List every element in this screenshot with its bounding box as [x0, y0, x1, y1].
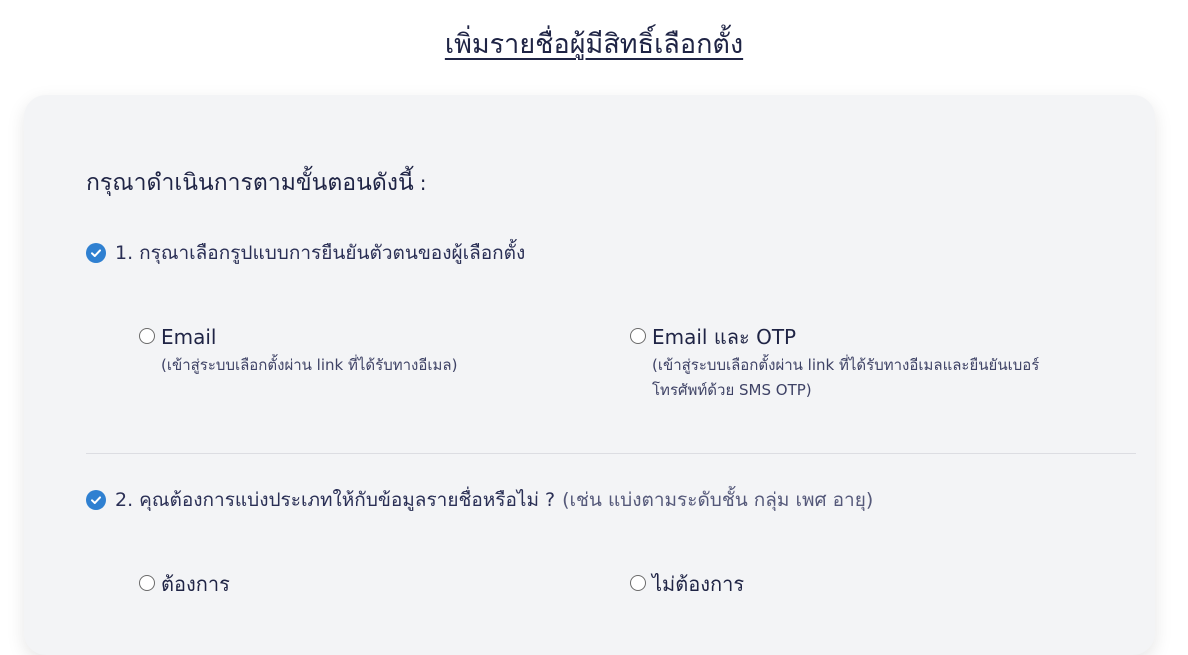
- step-2-hint: (เช่น แบ่งตามระดับชั้น กลุ่ม เพศ อายุ): [562, 489, 874, 511]
- radio-not-want[interactable]: [630, 575, 646, 591]
- page-title: เพิ่มรายชื่อผู้มีสิทธิ์เลือกตั้ง: [444, 29, 744, 60]
- instructions-heading: กรุณาดำเนินการตามขั้นตอนดังนี้:: [86, 165, 426, 201]
- option-email-otp[interactable]: Email และ OTP (เข้าสู่ระบบเลือกตั้งผ่าน …: [630, 325, 1062, 403]
- option-email-label[interactable]: Email: [161, 325, 571, 349]
- check-circle-icon: [86, 490, 106, 510]
- instructions-colon: :: [419, 171, 427, 195]
- option-want[interactable]: ต้องการ: [139, 572, 230, 596]
- step-1-label: 1. กรุณาเลือกรูปแบบการยืนยันตัวตนของผู้เ…: [115, 242, 526, 264]
- option-not-want[interactable]: ไม่ต้องการ: [630, 572, 744, 596]
- option-email-description: (เข้าสู่ระบบเลือกตั้งผ่าน link ที่ได้รับ…: [161, 356, 458, 374]
- radio-email[interactable]: [139, 328, 155, 344]
- form-card: กรุณาดำเนินการตามขั้นตอนดังนี้: 1. กรุณา…: [24, 95, 1155, 655]
- check-circle-icon: [86, 243, 106, 263]
- option-email[interactable]: Email (เข้าสู่ระบบเลือกตั้งผ่าน link ที่…: [139, 325, 571, 378]
- step-2-heading: 2. คุณต้องการแบ่งประเภทให้กับข้อมูลรายชื…: [86, 485, 873, 515]
- option-email-otp-description: (เข้าสู่ระบบเลือกตั้งผ่าน link ที่ได้รับ…: [652, 356, 1040, 399]
- option-want-label[interactable]: ต้องการ: [161, 572, 230, 596]
- section-divider: [86, 453, 1136, 454]
- instructions-text: กรุณาดำเนินการตามขั้นตอนดังนี้: [86, 170, 414, 196]
- option-not-want-label[interactable]: ไม่ต้องการ: [652, 572, 744, 596]
- radio-want[interactable]: [139, 575, 155, 591]
- radio-email-otp[interactable]: [630, 328, 646, 344]
- step-1-heading: 1. กรุณาเลือกรูปแบบการยืนยันตัวตนของผู้เ…: [86, 238, 525, 268]
- option-email-otp-label[interactable]: Email และ OTP: [652, 325, 1062, 349]
- step-2-label: 2. คุณต้องการแบ่งประเภทให้กับข้อมูลรายชื…: [115, 489, 556, 511]
